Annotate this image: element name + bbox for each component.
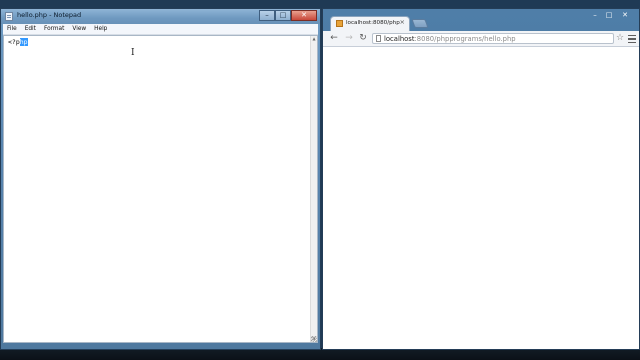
scroll-up-icon[interactable]: ▲ [311, 36, 317, 42]
url-path: :8080/phpprograms/hello.php [414, 35, 516, 43]
url-host: localhost [384, 35, 415, 43]
browser-close-button[interactable]: ✕ [617, 11, 633, 20]
editor-text: <?p [8, 38, 20, 46]
menu-edit[interactable]: Edit [21, 24, 40, 34]
close-button[interactable]: ✕ [291, 10, 317, 21]
browser-tab[interactable]: localhost:8080/phpprogra × [330, 16, 410, 31]
notepad-app-icon[interactable] [5, 12, 13, 21]
notepad-menu-bar: File Edit Format View Help [3, 24, 318, 35]
tab-close-icon[interactable]: × [400, 19, 405, 26]
vertical-scrollbar[interactable]: ▲ ▼ [310, 36, 317, 342]
browser-toolbar: ← → ↻ localhost:8080/phpprograms/hello.p… [323, 31, 639, 47]
browser-minimize-button[interactable]: – [589, 11, 601, 20]
menu-hamburger-icon[interactable] [628, 33, 636, 43]
minimize-button[interactable]: – [259, 10, 275, 21]
maximize-button[interactable]: □ [275, 10, 291, 21]
page-content[interactable] [323, 47, 639, 349]
browser-window: localhost:8080/phpprogra × – □ ✕ ← → ↻ l… [322, 8, 640, 350]
back-arrow-icon[interactable]: ← [329, 33, 339, 43]
menu-help[interactable]: Help [90, 24, 111, 34]
menu-file[interactable]: File [3, 24, 21, 34]
favicon-icon [336, 20, 343, 27]
reload-icon[interactable]: ↻ [358, 33, 368, 43]
tab-title: localhost:8080/phpprogra [346, 20, 400, 26]
resize-grip-icon[interactable] [311, 336, 317, 342]
notepad-window: hello.php - Notepad – □ ✕ File Edit Form… [0, 8, 321, 350]
menu-format[interactable]: Format [40, 24, 68, 34]
editor-content: <?php [8, 38, 28, 46]
notepad-window-title: hello.php - Notepad [17, 11, 82, 19]
browser-caption-buttons: – □ ✕ [589, 11, 633, 20]
notepad-title-bar[interactable]: hello.php - Notepad – □ ✕ [1, 9, 320, 24]
text-cursor-icon: I [131, 48, 135, 58]
notepad-text-area[interactable]: <?php I ▲ ▼ [3, 35, 318, 343]
browser-tab-strip: localhost:8080/phpprogra × – □ ✕ [323, 9, 639, 31]
selected-text: hp [19, 38, 28, 46]
bookmark-star-icon[interactable]: ☆ [616, 33, 624, 43]
address-bar[interactable]: localhost:8080/phpprograms/hello.php [372, 33, 614, 44]
browser-maximize-button[interactable]: □ [603, 11, 615, 20]
new-tab-button[interactable] [411, 19, 429, 28]
menu-view[interactable]: View [68, 24, 90, 34]
url-text: localhost:8080/phpprograms/hello.php [384, 35, 516, 43]
forward-arrow-icon[interactable]: → [344, 33, 354, 43]
page-icon [376, 35, 381, 42]
notepad-caption-buttons: – □ ✕ [259, 10, 317, 21]
